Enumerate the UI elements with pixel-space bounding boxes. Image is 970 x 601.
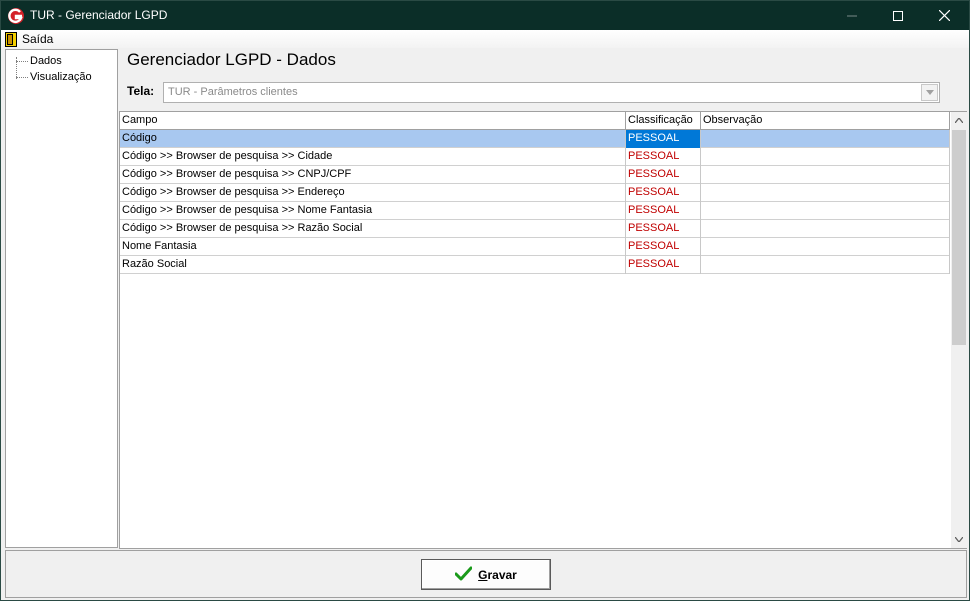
window-title: TUR - Gerenciador LGPD xyxy=(30,8,168,22)
table-row[interactable]: Código >> Browser de pesquisa >> CNPJ/CP… xyxy=(120,166,950,184)
cell-campo[interactable]: Código xyxy=(120,130,626,148)
tela-select-value: TUR - Parâmetros clientes xyxy=(168,86,298,98)
exit-door-icon xyxy=(5,31,17,47)
table-row[interactable]: Código >> Browser de pesquisa >> Razão S… xyxy=(120,220,950,238)
menu-bar: Saída xyxy=(1,30,969,48)
tree-item-visualizacao[interactable]: Visualização xyxy=(16,71,92,83)
table-row[interactable]: Razão Social PESSOAL xyxy=(120,256,950,274)
scroll-up-icon[interactable] xyxy=(951,112,967,129)
cell-observacao[interactable] xyxy=(701,166,950,184)
checkmark-icon xyxy=(454,566,473,584)
tree-item-dados[interactable]: Dados xyxy=(16,55,62,67)
app-window: TUR - Gerenciador LGPD Saída Dados Visua… xyxy=(0,0,970,601)
maximize-button[interactable] xyxy=(875,1,921,30)
save-button[interactable]: Gravar xyxy=(421,559,551,590)
tree-item-label: Dados xyxy=(30,55,62,67)
tela-select[interactable]: TUR - Parâmetros clientes xyxy=(163,82,940,103)
cell-observacao[interactable] xyxy=(701,130,950,148)
cell-observacao[interactable] xyxy=(701,238,950,256)
table-row[interactable]: Código >> Browser de pesquisa >> Endereç… xyxy=(120,184,950,202)
cell-observacao[interactable] xyxy=(701,256,950,274)
minimize-button[interactable] xyxy=(829,1,875,30)
data-grid[interactable]: Campo Classificação Observação Código PE… xyxy=(119,111,967,549)
cell-classificacao[interactable]: PESSOAL xyxy=(626,184,701,202)
cell-campo[interactable]: Nome Fantasia xyxy=(120,238,626,256)
menu-exit-label: Saída xyxy=(22,32,54,46)
grid-header: Campo Classificação Observação xyxy=(120,112,950,130)
menu-exit[interactable]: Saída xyxy=(5,31,53,47)
vertical-scrollbar[interactable] xyxy=(951,112,967,548)
cell-campo[interactable]: Razão Social xyxy=(120,256,626,274)
cell-classificacao[interactable]: PESSOAL xyxy=(626,148,701,166)
navigation-tree: Dados Visualização xyxy=(5,49,118,548)
save-button-label: ravar xyxy=(487,567,517,582)
table-row[interactable]: Código >> Browser de pesquisa >> Nome Fa… xyxy=(120,202,950,220)
page-title: Gerenciador LGPD - Dados xyxy=(127,50,336,69)
tela-label: Tela: xyxy=(127,84,155,98)
cell-campo[interactable]: Código >> Browser de pesquisa >> Razão S… xyxy=(120,220,626,238)
scrollbar-thumb[interactable] xyxy=(952,130,966,345)
cell-classificacao[interactable]: PESSOAL xyxy=(626,130,701,148)
cell-campo[interactable]: Código >> Browser de pesquisa >> CNPJ/CP… xyxy=(120,166,626,184)
cell-classificacao[interactable]: PESSOAL xyxy=(626,238,701,256)
table-row[interactable]: Código PESSOAL xyxy=(120,130,950,148)
table-row[interactable]: Código >> Browser de pesquisa >> Cidade … xyxy=(120,148,950,166)
cell-classificacao[interactable]: PESSOAL xyxy=(626,220,701,238)
cell-observacao[interactable] xyxy=(701,184,950,202)
cell-classificacao[interactable]: PESSOAL xyxy=(626,256,701,274)
chevron-down-icon[interactable] xyxy=(921,84,938,101)
cell-campo[interactable]: Código >> Browser de pesquisa >> Endereç… xyxy=(120,184,626,202)
column-header-classificacao[interactable]: Classificação xyxy=(626,112,701,130)
cell-observacao[interactable] xyxy=(701,220,950,238)
cell-campo[interactable]: Código >> Browser de pesquisa >> Cidade xyxy=(120,148,626,166)
column-header-campo[interactable]: Campo xyxy=(120,112,626,130)
cell-campo[interactable]: Código >> Browser de pesquisa >> Nome Fa… xyxy=(120,202,626,220)
title-bar[interactable]: TUR - Gerenciador LGPD xyxy=(1,1,969,30)
close-button[interactable] xyxy=(921,1,967,30)
app-logo-icon xyxy=(7,7,25,25)
scroll-down-icon[interactable] xyxy=(951,531,967,548)
column-header-observacao[interactable]: Observação xyxy=(701,112,950,130)
save-button-accel: G xyxy=(478,567,488,582)
cell-observacao[interactable] xyxy=(701,148,950,166)
cell-classificacao[interactable]: PESSOAL xyxy=(626,202,701,220)
cell-classificacao[interactable]: PESSOAL xyxy=(626,166,701,184)
tree-item-label: Visualização xyxy=(30,71,92,83)
cell-observacao[interactable] xyxy=(701,202,950,220)
table-row[interactable]: Nome Fantasia PESSOAL xyxy=(120,238,950,256)
